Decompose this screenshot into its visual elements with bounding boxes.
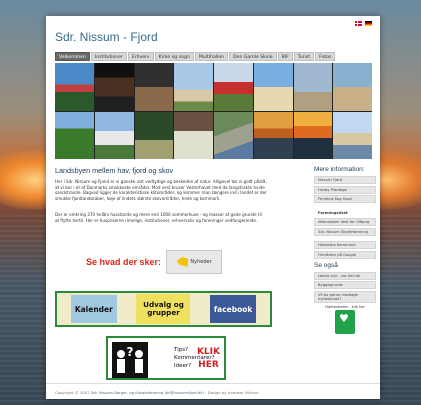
- nav-item-erhverv[interactable]: Erhverv: [127, 52, 154, 61]
- nav-item-velkommen[interactable]: Velkommen: [55, 52, 90, 61]
- language-flags: [355, 21, 372, 26]
- tips-banner[interactable]: ? Tips? Kommentarer? Ideer? KLIK HER: [106, 336, 226, 380]
- sidebar-link-byggegrunde[interactable]: Byggegrunde: [314, 281, 376, 289]
- sidebar-link-feriehus[interactable]: Feriehus Kog Havn: [314, 195, 376, 203]
- question-people-icon: ?: [112, 342, 148, 378]
- news-button-label: Nyheder: [190, 259, 212, 265]
- nav-item-fotos[interactable]: Fotos: [315, 52, 336, 61]
- sidebar: Mere information: Nissum Fjord Husby Pla…: [314, 166, 376, 334]
- nav-item-turist[interactable]: Turist: [293, 52, 315, 61]
- photo-crowd-event: [55, 63, 94, 111]
- sidebar-se-ogsa: Se også: [314, 261, 338, 269]
- link-banner: Kalender Udvalg og grupper facebook: [55, 291, 272, 327]
- sidebar-link-skytteforening[interactable]: Sdr. Nissum Skytteforening: [314, 227, 376, 236]
- photo-aerial-village: [214, 111, 253, 159]
- german-flag-icon[interactable]: [365, 21, 372, 26]
- grupper-label: grupper: [147, 308, 180, 317]
- photo-musicians: [134, 63, 174, 111]
- nav-item-institutioner[interactable]: Institutioner: [90, 52, 127, 61]
- svg-text:?: ?: [127, 345, 134, 359]
- photo-coast: [333, 111, 372, 159]
- photo-sunset-sea: [293, 111, 333, 159]
- photo-sports-field: [55, 111, 94, 159]
- hjertestarter-label[interactable]: Hjertestarter - klik her: [314, 305, 376, 309]
- main-navigation: Velkommen Institutioner Erhverv Kirke og…: [55, 52, 336, 61]
- kalender-button[interactable]: Kalender: [70, 295, 117, 323]
- photo-brass-band: [214, 63, 253, 111]
- footer: Copyright © 2007 Sdr. Nissum Borger- og …: [46, 383, 380, 399]
- main-heading: Landsbyen mellem hav, fjord og skov: [55, 166, 174, 175]
- photo-forest: [134, 111, 174, 159]
- sidebar-link-aftenskolen[interactable]: Aftenskolen Vest for Ulfborg: [314, 218, 376, 226]
- her-label: HER: [198, 360, 219, 370]
- photo-people-beach: [333, 63, 372, 111]
- photo-band-stage: [94, 63, 134, 111]
- photo-fjord-sunset: [253, 111, 293, 159]
- sidebar-foreningslivet[interactable]: Foreningslivet: [314, 208, 376, 217]
- site-title: Sdr. Nissum - Fjord: [55, 30, 158, 44]
- nav-item-gamle-skole[interactable]: Den Gamle Skole: [229, 52, 277, 61]
- sidebar-link-husby-plantage[interactable]: Husby Plantage: [314, 185, 376, 194]
- sidebar-link-vejr[interactable]: Lokalt vejr - via dmi.dk: [314, 271, 376, 280]
- footer-design: · Design by Andreas Vikland: [205, 390, 259, 395]
- footer-copyright: Copyright © 2007: [55, 390, 90, 395]
- megaphone-icon: [176, 257, 189, 267]
- klik-her-label: KLIK HER: [197, 346, 220, 372]
- photo-collage: [55, 63, 372, 159]
- photo-church: [174, 63, 213, 111]
- sidebar-link-google[interactable]: Områdeni på Google: [314, 250, 376, 259]
- intro-paragraph: Her i Sdr. Nissum og Fjand er vi ganske …: [55, 179, 267, 201]
- nav-item-kirke[interactable]: Kirke og sogn: [154, 52, 194, 61]
- sidebar-link-nissum-fjord[interactable]: Nissum Fjord: [314, 176, 376, 184]
- page-container: Sdr. Nissum - Fjord Velkommen Institutio…: [46, 16, 380, 399]
- aed-heart-icon[interactable]: [335, 309, 355, 334]
- sidebar-link-holstebro[interactable]: Holstebro Kommune: [314, 241, 376, 249]
- klik-label: KLIK: [196, 347, 220, 357]
- sidebar-link-nyhedsmail[interactable]: Vil du gerne modtage nyhedsmail?: [314, 290, 376, 303]
- nav-item-multihallen[interactable]: Multihallen: [194, 52, 229, 61]
- photo-beach-huts: [253, 63, 293, 111]
- sidebar-heading: Mere information:: [314, 166, 365, 173]
- photo-tents: [94, 111, 134, 159]
- udvalg-grupper-button[interactable]: Udvalg og grupper: [136, 294, 191, 324]
- photo-hall-event: [174, 111, 213, 159]
- facebook-button[interactable]: facebook: [210, 295, 257, 323]
- news-prompt-text: Se hvad der sker:: [86, 257, 162, 267]
- news-row: Se hvad der sker: Nyheder: [86, 250, 223, 274]
- danish-flag-icon[interactable]: [355, 21, 362, 26]
- footer-link[interactable]: Sdr. Nissum Borger- og Ildsaleforening (…: [91, 390, 204, 395]
- housing-paragraph: Der er omkring 270 helårs husstande og m…: [55, 212, 262, 223]
- nav-item-bif[interactable]: BIF: [277, 52, 293, 61]
- photo-lighthouse: [293, 63, 333, 111]
- news-button[interactable]: Nyheder: [166, 250, 223, 274]
